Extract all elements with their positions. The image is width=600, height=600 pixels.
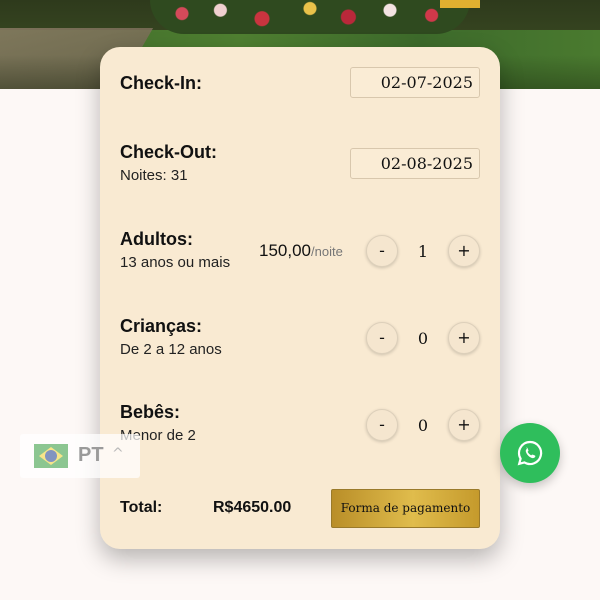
- checkin-label: Check-In:: [120, 73, 203, 93]
- checkin-date-input[interactable]: 02-07-2025: [350, 67, 480, 98]
- whatsapp-button[interactable]: [500, 423, 560, 483]
- brazil-flag-icon: [34, 444, 68, 468]
- checkout-label-group: Check-Out: Noites: 31: [120, 142, 217, 184]
- babies-count: 0: [417, 416, 429, 435]
- booking-card: Check-In: 02-07-2025 Check-Out: Noites: …: [100, 47, 500, 549]
- children-label: Crianças:: [120, 316, 203, 336]
- adult-price-unit: /noite: [311, 244, 343, 259]
- sign: [440, 0, 480, 8]
- nights-count: Noites: 31: [120, 167, 188, 184]
- adult-price-value: 150,00: [259, 241, 311, 260]
- babies-minus-button[interactable]: -: [366, 409, 398, 441]
- adults-label: Adultos:: [120, 229, 193, 249]
- checkout-date-input[interactable]: 02-08-2025: [350, 148, 480, 179]
- children-age: De 2 a 12 anos: [120, 341, 222, 358]
- checkout-label: Check-Out:: [120, 142, 218, 162]
- payment-method-button[interactable]: Forma de pagamento: [331, 489, 480, 528]
- babies-plus-button[interactable]: +: [448, 409, 480, 441]
- total-label: Total:: [120, 499, 163, 516]
- flower-bed: [150, 0, 470, 34]
- adults-minus-button[interactable]: -: [366, 235, 398, 267]
- babies-label: Bebês:: [120, 402, 181, 422]
- children-minus-button[interactable]: -: [366, 322, 398, 354]
- language-selector[interactable]: PT ^: [20, 434, 140, 478]
- checkin-label-group: Check-In:: [120, 73, 202, 94]
- adults-plus-button[interactable]: +: [448, 235, 480, 267]
- whatsapp-icon: [517, 440, 543, 466]
- children-plus-button[interactable]: +: [448, 322, 480, 354]
- total-value: R$4650.00: [213, 499, 292, 516]
- children-count: 0: [417, 329, 429, 348]
- children-label-group: Crianças: De 2 a 12 anos: [120, 316, 222, 358]
- adults-label-group: Adultos: 13 anos ou mais: [120, 229, 230, 271]
- adults-age: 13 anos ou mais: [120, 254, 231, 271]
- language-code: PT: [78, 444, 104, 466]
- adult-price: 150,00/noite: [259, 241, 343, 261]
- adults-count: 1: [417, 242, 429, 261]
- chevron-up-icon: ^: [112, 446, 124, 462]
